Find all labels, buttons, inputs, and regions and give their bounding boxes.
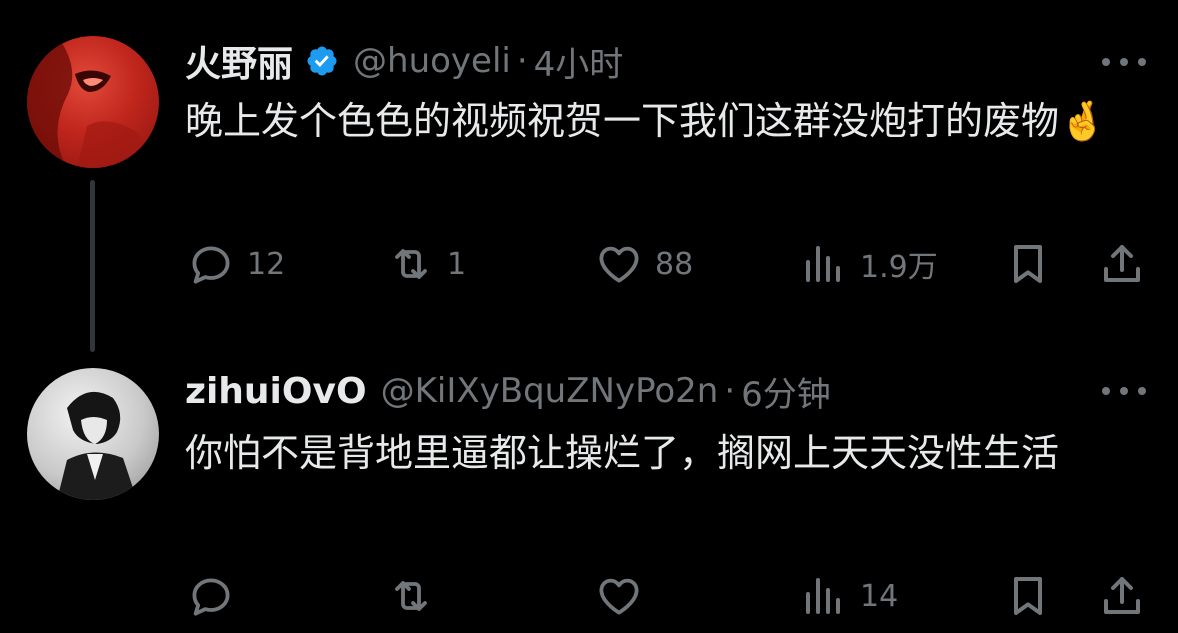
share-button[interactable] <box>1098 238 1146 290</box>
share-icon <box>1104 577 1140 614</box>
tweet-2[interactable]: zihuiOvO @KiIXyBquZNyPo2n · 6分钟 你怕不是背地里逼… <box>0 340 1178 633</box>
reply-icon <box>192 246 230 284</box>
verified-badge-icon <box>307 46 337 76</box>
heart-icon <box>599 246 639 283</box>
reply-button[interactable] <box>187 570 247 622</box>
tweet-text: 晚上发个色色的视频祝贺一下我们这群没炮打的废物🤞 <box>185 99 1107 143</box>
avatar-image <box>27 36 159 168</box>
action-bar: 12 1 88 1.9万 <box>0 238 1178 290</box>
like-count: 88 <box>655 246 694 282</box>
share-icon <box>1104 245 1140 282</box>
views-count: 14 <box>860 578 899 614</box>
bookmark-button[interactable] <box>1004 570 1052 622</box>
share-button[interactable] <box>1098 570 1146 622</box>
views-button[interactable]: 1.9万 <box>800 238 938 290</box>
timestamp[interactable]: 6分钟 <box>741 367 831 416</box>
avatar[interactable] <box>27 368 159 500</box>
tweet-header: 火野丽 @huoyeli · 4小时 <box>185 36 623 86</box>
retweet-count: 1 <box>447 246 467 282</box>
timestamp[interactable]: 4小时 <box>534 37 624 86</box>
tweet-header: zihuiOvO @KiIXyBquZNyPo2n · 6分钟 <box>185 366 831 416</box>
avatar[interactable] <box>27 36 159 168</box>
reply-icon <box>192 578 230 616</box>
display-name[interactable]: zihuiOvO <box>185 371 367 412</box>
handle[interactable]: @huoyeli <box>353 41 511 81</box>
reply-button[interactable]: 12 <box>187 238 285 290</box>
avatar-image <box>57 391 137 500</box>
like-button[interactable]: 88 <box>595 238 693 290</box>
retweet-icon <box>395 249 427 279</box>
tweet-1[interactable]: 火野丽 @huoyeli · 4小时 晚上发个色色的视频祝贺一下我们这群没炮打的… <box>0 0 1178 352</box>
tweet-text: 你怕不是背地里逼都让操烂了，搁网上天天没性生活 <box>185 431 1060 475</box>
display-name[interactable]: 火野丽 <box>185 35 293 87</box>
separator-dot: · <box>724 371 736 411</box>
views-chart-icon <box>806 246 840 282</box>
views-count: 1.9万 <box>860 250 938 285</box>
like-button[interactable] <box>595 570 655 622</box>
retweet-button[interactable]: 1 <box>387 238 466 290</box>
retweet-button[interactable] <box>387 570 447 622</box>
handle[interactable]: @KiIXyBquZNyPo2n <box>381 371 719 411</box>
bookmark-icon <box>1014 245 1042 283</box>
separator-dot: · <box>516 41 528 81</box>
action-bar: 14 <box>0 570 1178 622</box>
heart-icon <box>599 578 639 615</box>
more-dots-icon[interactable] <box>1102 55 1146 69</box>
bookmark-button[interactable] <box>1004 238 1052 290</box>
retweet-icon <box>395 581 427 611</box>
views-button[interactable]: 14 <box>800 570 898 622</box>
views-chart-icon <box>806 578 840 614</box>
more-dots-icon[interactable] <box>1102 384 1146 398</box>
reply-count: 12 <box>247 246 286 282</box>
bookmark-icon <box>1014 577 1042 615</box>
